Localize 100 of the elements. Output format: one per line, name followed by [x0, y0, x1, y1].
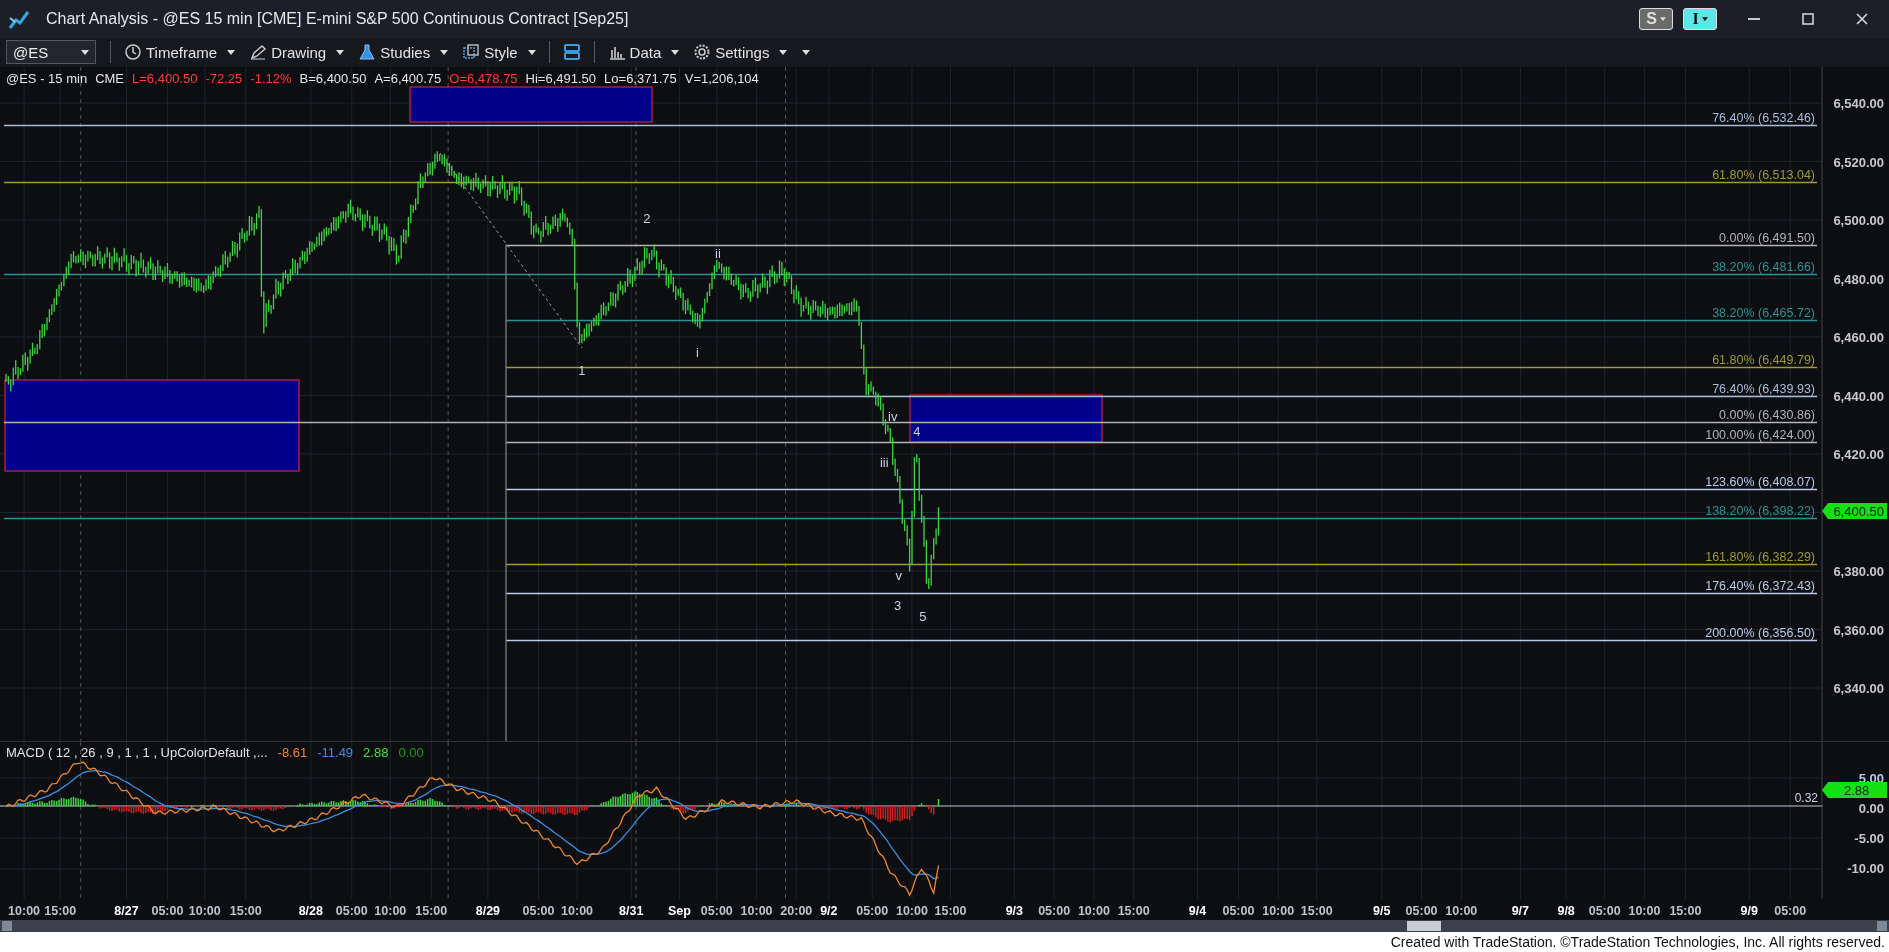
price-axis-label: 6,540.00	[1833, 96, 1884, 112]
time-axis-label: 20:00	[780, 904, 813, 919]
quote-field: O=6,478.75	[449, 71, 518, 87]
fib-level-label: 123.60% (6,408.07)	[1705, 474, 1815, 489]
wave-label: 1	[578, 363, 586, 379]
time-axis-label: 8/28	[298, 904, 323, 919]
scroll-left-button[interactable]	[2, 921, 12, 932]
time-axis-label: 10:00	[1077, 904, 1110, 919]
quote-field: -1.12%	[250, 71, 292, 87]
time-axis-label: 10:00	[896, 904, 928, 919]
time-axis-label: 9/5	[1373, 904, 1391, 919]
symbol-dropdown[interactable]: @ES	[6, 40, 96, 65]
time-axis-label: 10:00	[188, 904, 221, 919]
price-axis-label: 6,500.00	[1833, 213, 1884, 229]
time-axis-label: 15:00	[934, 904, 967, 919]
fib-level-label: 76.40% (6,532.46)	[1712, 110, 1815, 125]
toolbar-button[interactable]: Settings	[688, 39, 793, 66]
fib-level-label: 100.00% (6,424.00)	[1705, 427, 1815, 442]
price-axis-label: 6,380.00	[1833, 564, 1884, 580]
time-axis-label: 05:00	[856, 904, 889, 919]
flask-icon	[358, 43, 377, 62]
macd-axis-label: 0.00	[1858, 801, 1884, 817]
scroll-right-button[interactable]	[1877, 921, 1887, 932]
caret-icon	[671, 49, 680, 55]
caret-icon	[802, 49, 811, 55]
price-axis-label: 6,460.00	[1833, 330, 1884, 346]
time-axis-label: 05:00	[1038, 904, 1071, 919]
macd-axis-label: -5.00	[1854, 831, 1884, 847]
price-axis-label: 6,440.00	[1833, 388, 1884, 404]
caret-icon	[527, 49, 536, 55]
indicator-value: 2.88	[363, 745, 389, 761]
last-price-tag: 6,400.50	[1822, 503, 1887, 520]
toolbar-toggle-button[interactable]: S	[1639, 7, 1673, 30]
copyright-text: Created with TradeStation. ©TradeStation Technologies, Inc. All rights reserved.	[1390, 934, 1885, 951]
minimize-icon	[1748, 17, 1760, 20]
time-axis-label: 8/29	[475, 904, 501, 919]
time-axis-label: 05:00	[151, 904, 184, 919]
toolbar-button[interactable]: Studies	[353, 39, 454, 66]
price-axis-label: 6,420.00	[1833, 447, 1884, 463]
quote-field: B=6,400.50	[299, 71, 367, 87]
toolbar-toggle-button[interactable]: I	[1683, 7, 1717, 30]
quote-field: CME	[95, 71, 124, 87]
horizontal-scrollbar[interactable]	[0, 920, 1889, 933]
time-axis-label: 9/2	[820, 904, 838, 919]
wave-label: v	[895, 568, 902, 584]
macd-line-label: 0.32	[1794, 791, 1818, 806]
wave-label: iii	[879, 454, 889, 470]
price-axis-label: 6,480.00	[1833, 271, 1884, 287]
toolbar-button[interactable]: Data	[602, 39, 685, 66]
price-axis-label: 6,360.00	[1833, 622, 1884, 638]
wave-label: 4	[913, 424, 921, 440]
indicator-value: -11.49	[317, 745, 354, 761]
wave-label: iv	[888, 409, 898, 425]
time-axis-label: 9/4	[1188, 904, 1207, 919]
time-axis-label: 8/27	[114, 904, 139, 919]
fib-level-label: 61.80% (6,449.79)	[1712, 352, 1815, 367]
time-axis-label: Sep	[668, 904, 691, 919]
caret-icon	[81, 49, 89, 55]
fib-level-label: 38.20% (6,465.72)	[1712, 305, 1815, 320]
toolbar-button[interactable]: Drawing	[244, 39, 350, 66]
time-axis-label: 10:00	[1628, 904, 1661, 919]
wave-label: ii	[715, 246, 721, 262]
toolbar-button[interactable]: Style	[457, 39, 541, 66]
time-axis-label: 10:00	[561, 904, 594, 919]
time-axis-label: 15:00	[1300, 904, 1333, 919]
time-axis-label: 15:00	[415, 904, 448, 919]
caret-icon	[779, 49, 788, 55]
time-axis-label: 15:00	[1117, 904, 1150, 919]
time-axis-label: 8/31	[619, 904, 644, 919]
pen-icon	[249, 43, 268, 62]
time-axis-label: 10:00	[8, 904, 41, 919]
wave-label: 2	[643, 211, 651, 227]
time-axis-label: 9/3	[1005, 904, 1024, 919]
time-axis-label: 9/7	[1511, 904, 1530, 919]
fib-level-label: 76.40% (6,439.93)	[1712, 381, 1815, 396]
caret-icon	[336, 49, 345, 55]
clock-icon	[124, 43, 142, 62]
time-axis-label: 05:00	[1588, 904, 1621, 919]
stacked-panels-icon	[562, 43, 581, 62]
time-axis-label: 15:00	[229, 904, 262, 919]
toolbar-button[interactable]: Timeframe	[119, 39, 241, 66]
window-title: Chart Analysis - @ES 15 min [CME] E-mini S&P 500 Continuous Contract [Sep25]	[46, 9, 630, 28]
caret-icon	[1659, 16, 1666, 21]
quote-field: @ES - 15 min	[6, 71, 88, 87]
quote-field: L=6,400.50	[132, 71, 198, 87]
fib-level-label: 0.00% (6,430.86)	[1719, 407, 1815, 422]
time-axis-label: 15:00	[1669, 904, 1702, 919]
time-axis-label: 10:00	[1262, 904, 1295, 919]
scroll-thumb[interactable]	[1407, 921, 1441, 932]
time-axis-label: 05:00	[1222, 904, 1255, 919]
settings-icon	[693, 43, 712, 62]
time-axis-label: 9/9	[1740, 904, 1758, 919]
quote-field: Lo=6,371.75	[604, 71, 677, 87]
time-axis-label: 05:00	[522, 904, 555, 919]
time-axis-label: 05:00	[700, 904, 733, 919]
time-axis-label: 10:00	[374, 904, 407, 919]
indicator-value: -8.61	[277, 745, 308, 761]
time-axis-label: 05:00	[335, 904, 368, 919]
price-axis-label: 6,520.00	[1833, 154, 1884, 170]
quote-field: A=6,400.75	[374, 71, 442, 87]
